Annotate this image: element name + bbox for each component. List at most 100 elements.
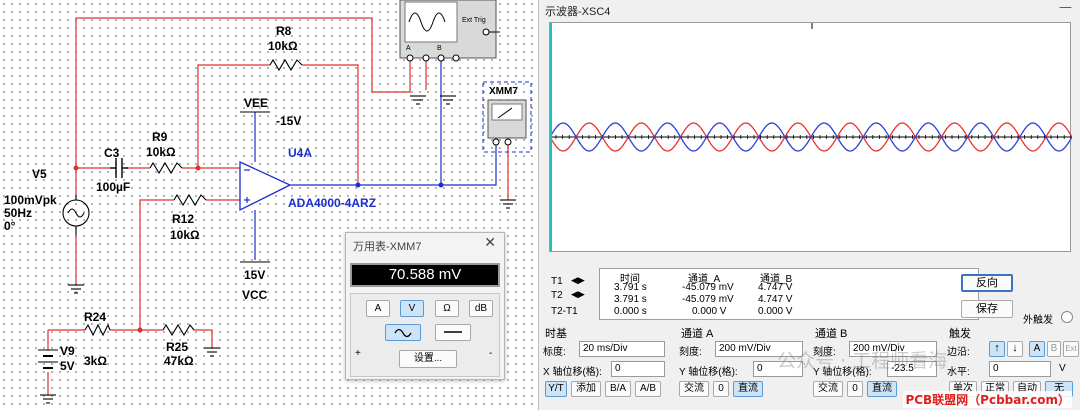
- timebase-title: 时基: [545, 328, 567, 340]
- mode-ohm-button[interactable]: Ω: [435, 300, 459, 317]
- trigger-title: 触发: [949, 328, 971, 340]
- channel-b-title: 通道 B: [815, 328, 848, 340]
- r12-value: 10kΩ: [170, 228, 200, 242]
- cursor-readout: T1 ◀▶ T2 ◀▶ T2-T1 时间 通道_A 通道_B 3.791 s -…: [549, 268, 979, 320]
- r25-ref: R25: [166, 340, 189, 354]
- delta-channel-a: 0.000 V: [692, 306, 727, 317]
- channel-a-dc-button[interactable]: 直流: [733, 381, 763, 397]
- rising-edge-icon[interactable]: ↑: [989, 341, 1005, 357]
- c3-ref: C3: [104, 146, 120, 160]
- t2-time: 3.791 s: [614, 294, 647, 305]
- channel-a-ypos-label: Y 轴位移(格):: [679, 367, 738, 378]
- channel-a-title: 通道 A: [681, 328, 714, 340]
- vee-value: -15V: [276, 114, 302, 128]
- channel-a-ac-button[interactable]: 交流: [679, 381, 709, 397]
- c3-value: 100µF: [96, 180, 131, 194]
- t2-arrows-icon[interactable]: ◀▶: [571, 290, 585, 300]
- multimeter-mode-panel: A V Ω dB 设置... + -: [350, 293, 500, 377]
- t2-t1-label: T2-T1: [551, 306, 578, 317]
- vcc-label: VCC: [242, 288, 268, 302]
- v5-phase: 0°: [4, 219, 16, 233]
- mode-db-button[interactable]: dB: [469, 300, 493, 317]
- t2-channel-a: -45.079 mV: [682, 294, 734, 305]
- trigger-source-b-button[interactable]: B: [1047, 341, 1061, 357]
- channel-a-zero-button[interactable]: 0: [713, 381, 729, 397]
- r8-ref: R8: [276, 24, 292, 38]
- dc-mode-button[interactable]: [435, 324, 471, 341]
- timebase-xpos-label: X 轴位移(格):: [543, 367, 602, 378]
- timebase-xpos-input[interactable]: 0: [611, 361, 665, 377]
- timebase-scale-input[interactable]: 20 ms/Div: [579, 341, 665, 357]
- add-mode-button[interactable]: 添加: [571, 381, 601, 397]
- trigger-level-input[interactable]: 0: [989, 361, 1051, 377]
- u4a-ref: U4A: [288, 146, 313, 160]
- r9-value: 10kΩ: [146, 145, 176, 159]
- cursor-t1[interactable]: [550, 23, 552, 251]
- schematic-canvas[interactable]: Ext Trig A B R8 10kΩ VEE -15V R9 10kΩ C3…: [0, 0, 540, 410]
- r25-value: 47kΩ: [164, 354, 194, 368]
- r24-ref: R24: [84, 310, 107, 324]
- channel-b-trace: [549, 122, 1073, 152]
- yt-mode-button[interactable]: Y/T: [545, 381, 567, 397]
- t1-channel-b: 4.747 V: [758, 282, 793, 293]
- v9-ref: V9: [60, 344, 75, 358]
- xmm7-ref: XMM7: [489, 86, 518, 97]
- oscilloscope-window[interactable]: 示波器-XSC4 — T1 ◀▶ T2 ◀▶ T2-T1 时间 通道_A 通道_…: [538, 0, 1080, 410]
- v5-amp: 100mVpk: [4, 193, 57, 207]
- settings-button[interactable]: 设置...: [399, 350, 457, 368]
- minus-terminal-label: -: [489, 348, 493, 359]
- plus-terminal-label: +: [355, 348, 361, 359]
- ba-mode-button[interactable]: B/A: [605, 381, 631, 397]
- timebase-scale-label: 标度:: [543, 347, 566, 358]
- r24-value: 3kΩ: [84, 354, 107, 368]
- mode-volt-button[interactable]: V: [400, 300, 424, 317]
- delta-time: 0.000 s: [614, 306, 647, 317]
- scope-screen[interactable]: [549, 22, 1073, 252]
- scope-pin-b-label: B: [437, 45, 442, 52]
- watermark-text: 公众号 · 工程师看海: [777, 350, 948, 372]
- multimeter-display: 70.588 mV: [350, 263, 500, 287]
- t2-channel-b: 4.747 V: [758, 294, 793, 305]
- ab-mode-button[interactable]: A/B: [635, 381, 661, 397]
- readout-table: 时间 通道_A 通道_B 3.791 s -45.079 mV 4.747 V …: [599, 268, 979, 320]
- t2-label: T2: [551, 290, 563, 301]
- v5-freq: 50Hz: [4, 206, 33, 220]
- dc-line-icon: [444, 331, 462, 333]
- v5-ref: V5: [32, 167, 47, 181]
- t1-time: 3.791 s: [614, 282, 647, 293]
- scope-traces: [549, 23, 1073, 152]
- t1-label: T1: [551, 276, 563, 287]
- u4a-part: ADA4000-4ARZ: [288, 196, 377, 210]
- ac-mode-button[interactable]: [385, 324, 421, 341]
- oscilloscope-title: 示波器-XSC4: [545, 6, 611, 18]
- channel-b-zero-button[interactable]: 0: [847, 381, 863, 397]
- vcc-value: 15V: [244, 268, 266, 282]
- channel-a-scale-label: 刻度:: [679, 347, 702, 358]
- close-icon[interactable]: ✕: [484, 235, 496, 251]
- scope-pin-a-label: A: [406, 45, 411, 52]
- delta-channel-b: 0.000 V: [758, 306, 793, 317]
- t1-arrows-icon[interactable]: ◀▶: [571, 276, 585, 286]
- reverse-button[interactable]: 反向: [961, 274, 1013, 292]
- falling-edge-icon[interactable]: ↓: [1007, 341, 1023, 357]
- r12-ref: R12: [172, 212, 195, 226]
- t1-channel-a: -45.079 mV: [682, 282, 734, 293]
- trigger-edge-label: 边沿:: [947, 347, 970, 358]
- trigger-level-label: 水平:: [947, 367, 970, 378]
- channel-b-dc-button[interactable]: 直流: [867, 381, 897, 397]
- multimeter-window[interactable]: 万用表-XMM7 ✕ 70.588 mV A V Ω dB 设置... + -: [345, 232, 505, 380]
- trigger-source-ext-button[interactable]: Ext: [1063, 341, 1079, 357]
- multimeter-title: 万用表-XMM7: [353, 241, 422, 253]
- save-button[interactable]: 保存: [961, 300, 1013, 318]
- ext-trig-label: Ext Trig: [462, 17, 486, 24]
- r8-value: 10kΩ: [268, 39, 298, 53]
- sine-wave-icon: [394, 328, 412, 338]
- trigger-source-a-button[interactable]: A: [1029, 341, 1045, 357]
- watermark-site: PCB联盟网（Pcbbar.com）: [903, 391, 1072, 408]
- vee-label: VEE: [244, 96, 269, 110]
- v9-value: 5V: [60, 359, 75, 373]
- minimize-icon[interactable]: —: [1059, 0, 1072, 15]
- channel-b-ac-button[interactable]: 交流: [813, 381, 843, 397]
- mode-ampere-button[interactable]: A: [366, 300, 390, 317]
- r9-ref: R9: [152, 130, 168, 144]
